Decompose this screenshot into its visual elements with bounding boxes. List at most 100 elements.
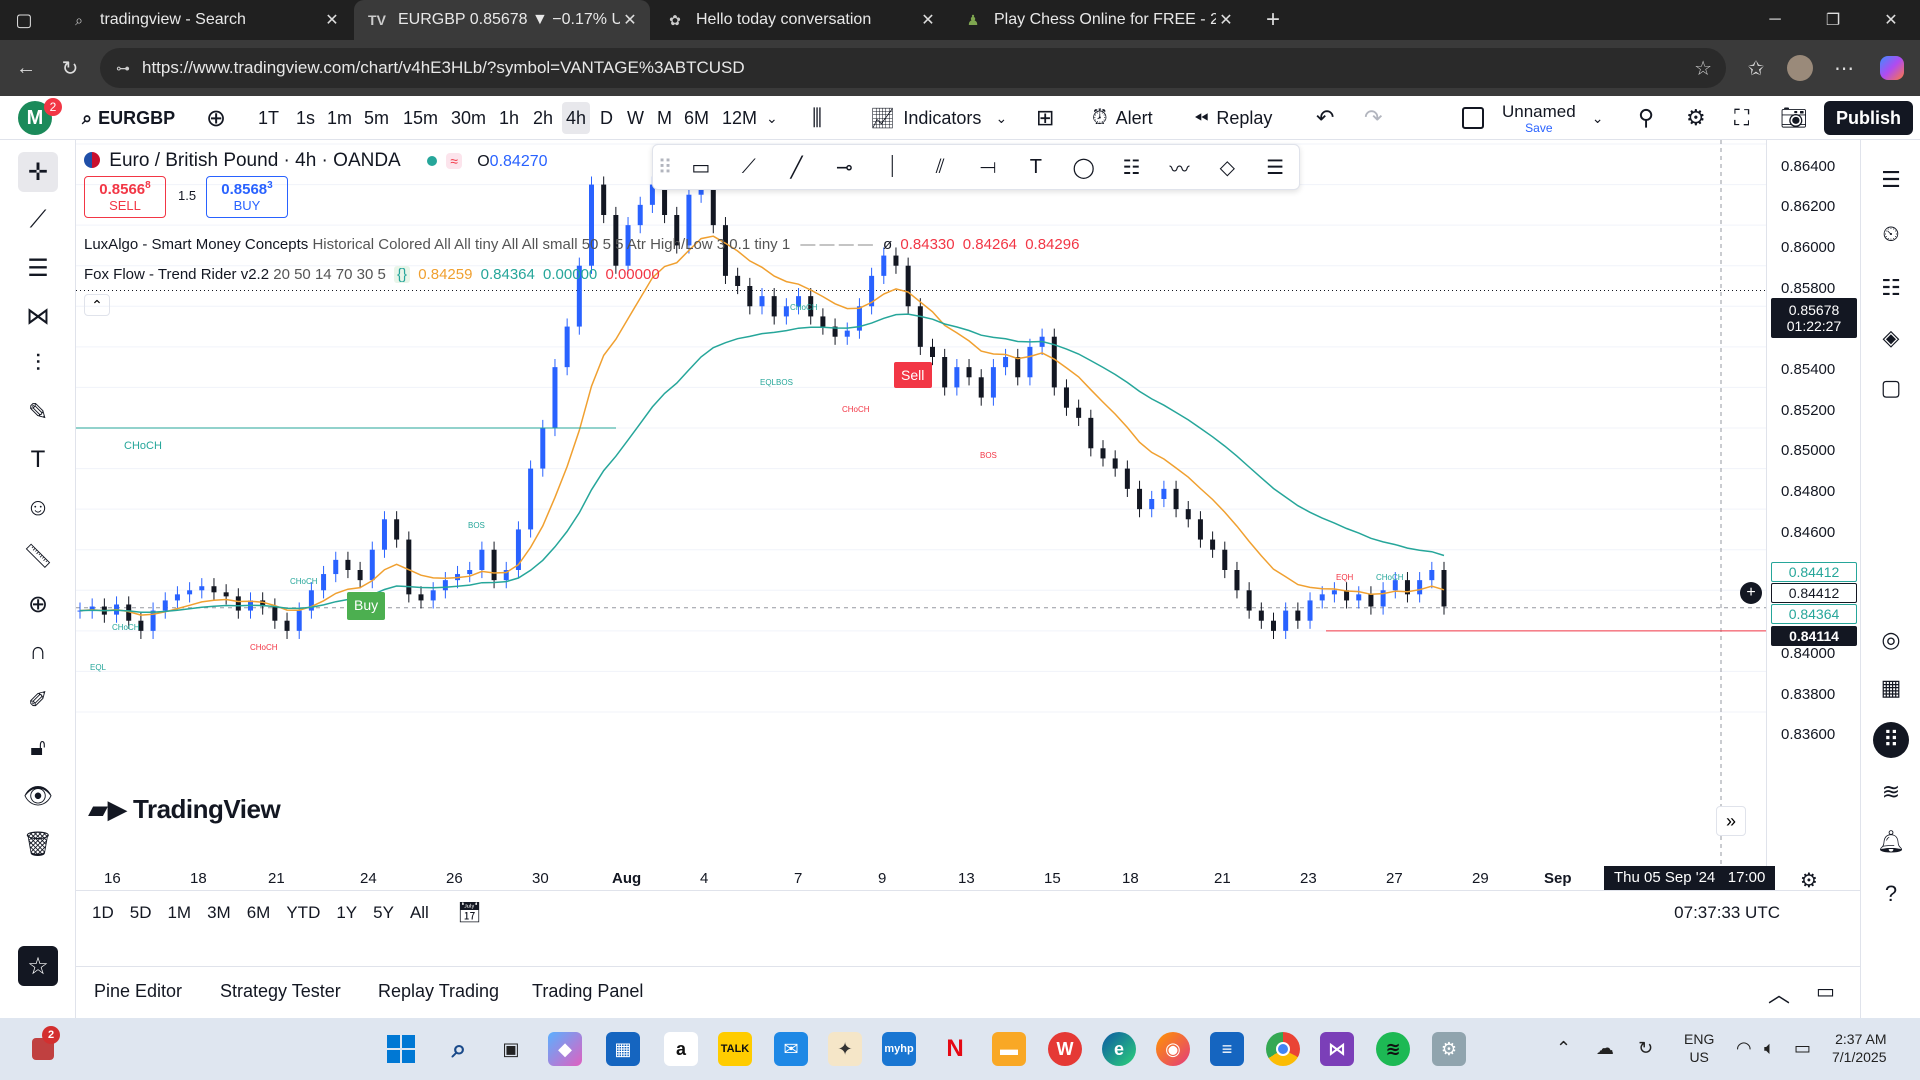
trash-icon[interactable]: 🗑︎	[18, 824, 58, 864]
watchlist-icon[interactable]: ☰	[1873, 162, 1909, 198]
replay-button[interactable]: ⏪︎ Replay	[1194, 96, 1272, 140]
messenger-icon[interactable]: ✉	[774, 1032, 808, 1066]
ruler-icon[interactable]: 📏︎	[18, 536, 58, 576]
chat-icon[interactable]: ▢	[1873, 370, 1909, 406]
time-scale[interactable]: 16 18 21 24 26 30 Aug 4 7 9 13 15 18 21 …	[76, 866, 1776, 890]
lock-icon[interactable]: 🔓︎	[18, 728, 58, 768]
more-tools-icon[interactable]: ☰	[1251, 155, 1299, 180]
interval-5m[interactable]: 5m	[364, 96, 389, 140]
crosshair-icon[interactable]: ✛	[18, 152, 58, 192]
interval-1h[interactable]: 1h	[499, 96, 519, 140]
close-icon[interactable]: ✕	[322, 10, 342, 30]
stream-icon[interactable]: ≋	[1873, 774, 1909, 810]
tab-search[interactable]: ⌕ tradingview - Search ✕	[56, 0, 352, 40]
close-icon[interactable]: ✕	[918, 10, 938, 30]
favorites-star-icon[interactable]: ☆	[18, 946, 58, 986]
vertical-line-icon[interactable]: ⏐	[868, 156, 916, 179]
tab-pine-editor[interactable]: Pine Editor	[94, 981, 182, 1002]
sell-button[interactable]: 0.85668 SELL	[84, 176, 166, 218]
range-1Y[interactable]: 1Y	[336, 903, 357, 923]
text-tool-icon[interactable]: T	[18, 440, 58, 480]
interval-6M[interactable]: 6M	[684, 96, 709, 140]
utc-clock[interactable]: 07:37:33 UTC	[1674, 903, 1780, 923]
system-clock[interactable]: 2:37 AM 7/1/2025	[1832, 1030, 1887, 1066]
pattern-icon[interactable]: ⋈	[18, 296, 58, 336]
control-panel-icon[interactable]: ⚙	[1432, 1032, 1466, 1066]
parallel-channel-icon[interactable]: ⫽	[916, 156, 964, 179]
range-3M[interactable]: 3M	[207, 903, 231, 923]
eye-icon[interactable]: 👁︎	[18, 776, 58, 816]
ray-icon[interactable]: ╱	[773, 155, 821, 180]
zoom-in-icon[interactable]: ⊕	[18, 584, 58, 624]
close-icon[interactable]: ✕	[620, 10, 640, 30]
new-tab-button[interactable]: +	[1258, 6, 1288, 34]
trend-line-icon[interactable]: ⟋	[18, 200, 58, 240]
tab-actions-icon[interactable]: ▢	[10, 8, 38, 32]
wifi-icon[interactable]: ◠	[1736, 1038, 1752, 1059]
scroll-to-realtime-icon[interactable]: »	[1716, 806, 1746, 836]
profile-avatar[interactable]	[1782, 50, 1818, 86]
rectangle-icon[interactable]: ▭	[677, 155, 725, 180]
window-close-icon[interactable]: ✕	[1868, 0, 1914, 40]
tab-strategy-tester[interactable]: Strategy Tester	[220, 981, 341, 1002]
redo-icon[interactable]: ↷	[1364, 96, 1382, 140]
user-avatar[interactable]: M 2	[18, 96, 62, 140]
apps-grid-icon[interactable]: ⠿	[1873, 722, 1909, 758]
fib-icon[interactable]: ☷	[1108, 155, 1156, 180]
object-tree-icon[interactable]: ☷	[1873, 270, 1909, 306]
layout-selector[interactable]: Unnamed Save ⌄	[1462, 96, 1603, 140]
range-1D[interactable]: 1D	[92, 903, 114, 923]
file-explorer-icon[interactable]: ▬	[992, 1032, 1026, 1066]
amazon-icon[interactable]: a	[664, 1032, 698, 1066]
tab-replay-trading[interactable]: Replay Trading	[378, 981, 499, 1002]
symbol-legend[interactable]: Euro / British Pound · 4h · OANDA ≈ O0.8…	[84, 150, 548, 172]
quick-search-icon[interactable]: ⚲	[1638, 96, 1654, 140]
copilot-app-icon[interactable]: ◆	[548, 1032, 582, 1066]
range-5D[interactable]: 5D	[130, 903, 152, 923]
interval-W[interactable]: W	[627, 96, 644, 140]
language-indicator[interactable]: ENG US	[1684, 1030, 1714, 1066]
cloud-sync-icon[interactable]: ☁	[1596, 1038, 1614, 1059]
trend-line-icon[interactable]: ⟋	[725, 156, 773, 179]
range-YTD[interactable]: YTD	[286, 903, 320, 923]
game-icon[interactable]: ✦	[828, 1032, 862, 1066]
minimize-icon[interactable]: ─	[1752, 0, 1798, 40]
wps-icon[interactable]: W	[1048, 1032, 1082, 1066]
range-All[interactable]: All	[410, 903, 429, 923]
tab-tradingview[interactable]: TV EURGBP 0.85678 ▼ −0.17% Unna ✕	[354, 0, 650, 40]
interval-M[interactable]: M	[657, 96, 672, 140]
search-icon[interactable]: ⌕	[442, 1032, 476, 1066]
expand-panel-icon[interactable]: ︿	[1768, 977, 1790, 1009]
favorite-star-icon[interactable]: ☆	[1694, 56, 1712, 81]
widgets-icon[interactable]: 2	[26, 1026, 60, 1066]
emoji-icon[interactable]: ☺	[18, 488, 58, 528]
copilot-icon[interactable]	[1874, 50, 1910, 86]
refresh-icon[interactable]: ↻	[1638, 1038, 1653, 1059]
interval-30m[interactable]: 30m	[451, 96, 486, 140]
reload-icon[interactable]: ↻	[52, 50, 88, 86]
magnet-icon[interactable]: ∩	[18, 632, 58, 672]
fullscreen-icon[interactable]: ⛶	[1734, 96, 1749, 140]
calendar-icon[interactable]: ▦	[1873, 670, 1909, 706]
netflix-icon[interactable]: N	[938, 1032, 972, 1066]
site-info-icon[interactable]: ⊶	[116, 60, 130, 77]
compare-symbol-icon[interactable]: ⊕	[206, 96, 226, 140]
url-field[interactable]: ⊶ https://www.tradingview.com/chart/v4hE…	[100, 48, 1726, 88]
help-icon[interactable]: ?	[1873, 876, 1909, 912]
volume-icon[interactable]: 🔈︎	[1764, 1038, 1775, 1059]
indicators-button[interactable]: 📈︎ Indicators ⌄	[870, 96, 1007, 140]
tab-chatgpt[interactable]: ✿ Hello today conversation ✕	[652, 0, 948, 40]
chevron-down-icon[interactable]: ⌄	[766, 96, 778, 140]
interval-1m[interactable]: 1m	[327, 96, 352, 140]
layout-grid-icon[interactable]: ⊞	[1036, 96, 1054, 140]
edge-icon[interactable]: e	[1102, 1032, 1136, 1066]
notifications-bell-icon[interactable]: 🔔︎	[1873, 824, 1909, 860]
favorites-icon[interactable]: ✩	[1738, 50, 1774, 86]
horizontal-line-icon[interactable]: ⟞	[964, 156, 1012, 179]
tab-trading-panel[interactable]: Trading Panel	[532, 981, 643, 1002]
kakaotalk-icon[interactable]: TALK	[718, 1032, 752, 1066]
interval-1s[interactable]: 1s	[296, 96, 315, 140]
camera-icon[interactable]: 📷︎	[1780, 96, 1808, 140]
interval-12M[interactable]: 12M	[722, 96, 757, 140]
target-icon[interactable]: ◎	[1873, 622, 1909, 658]
